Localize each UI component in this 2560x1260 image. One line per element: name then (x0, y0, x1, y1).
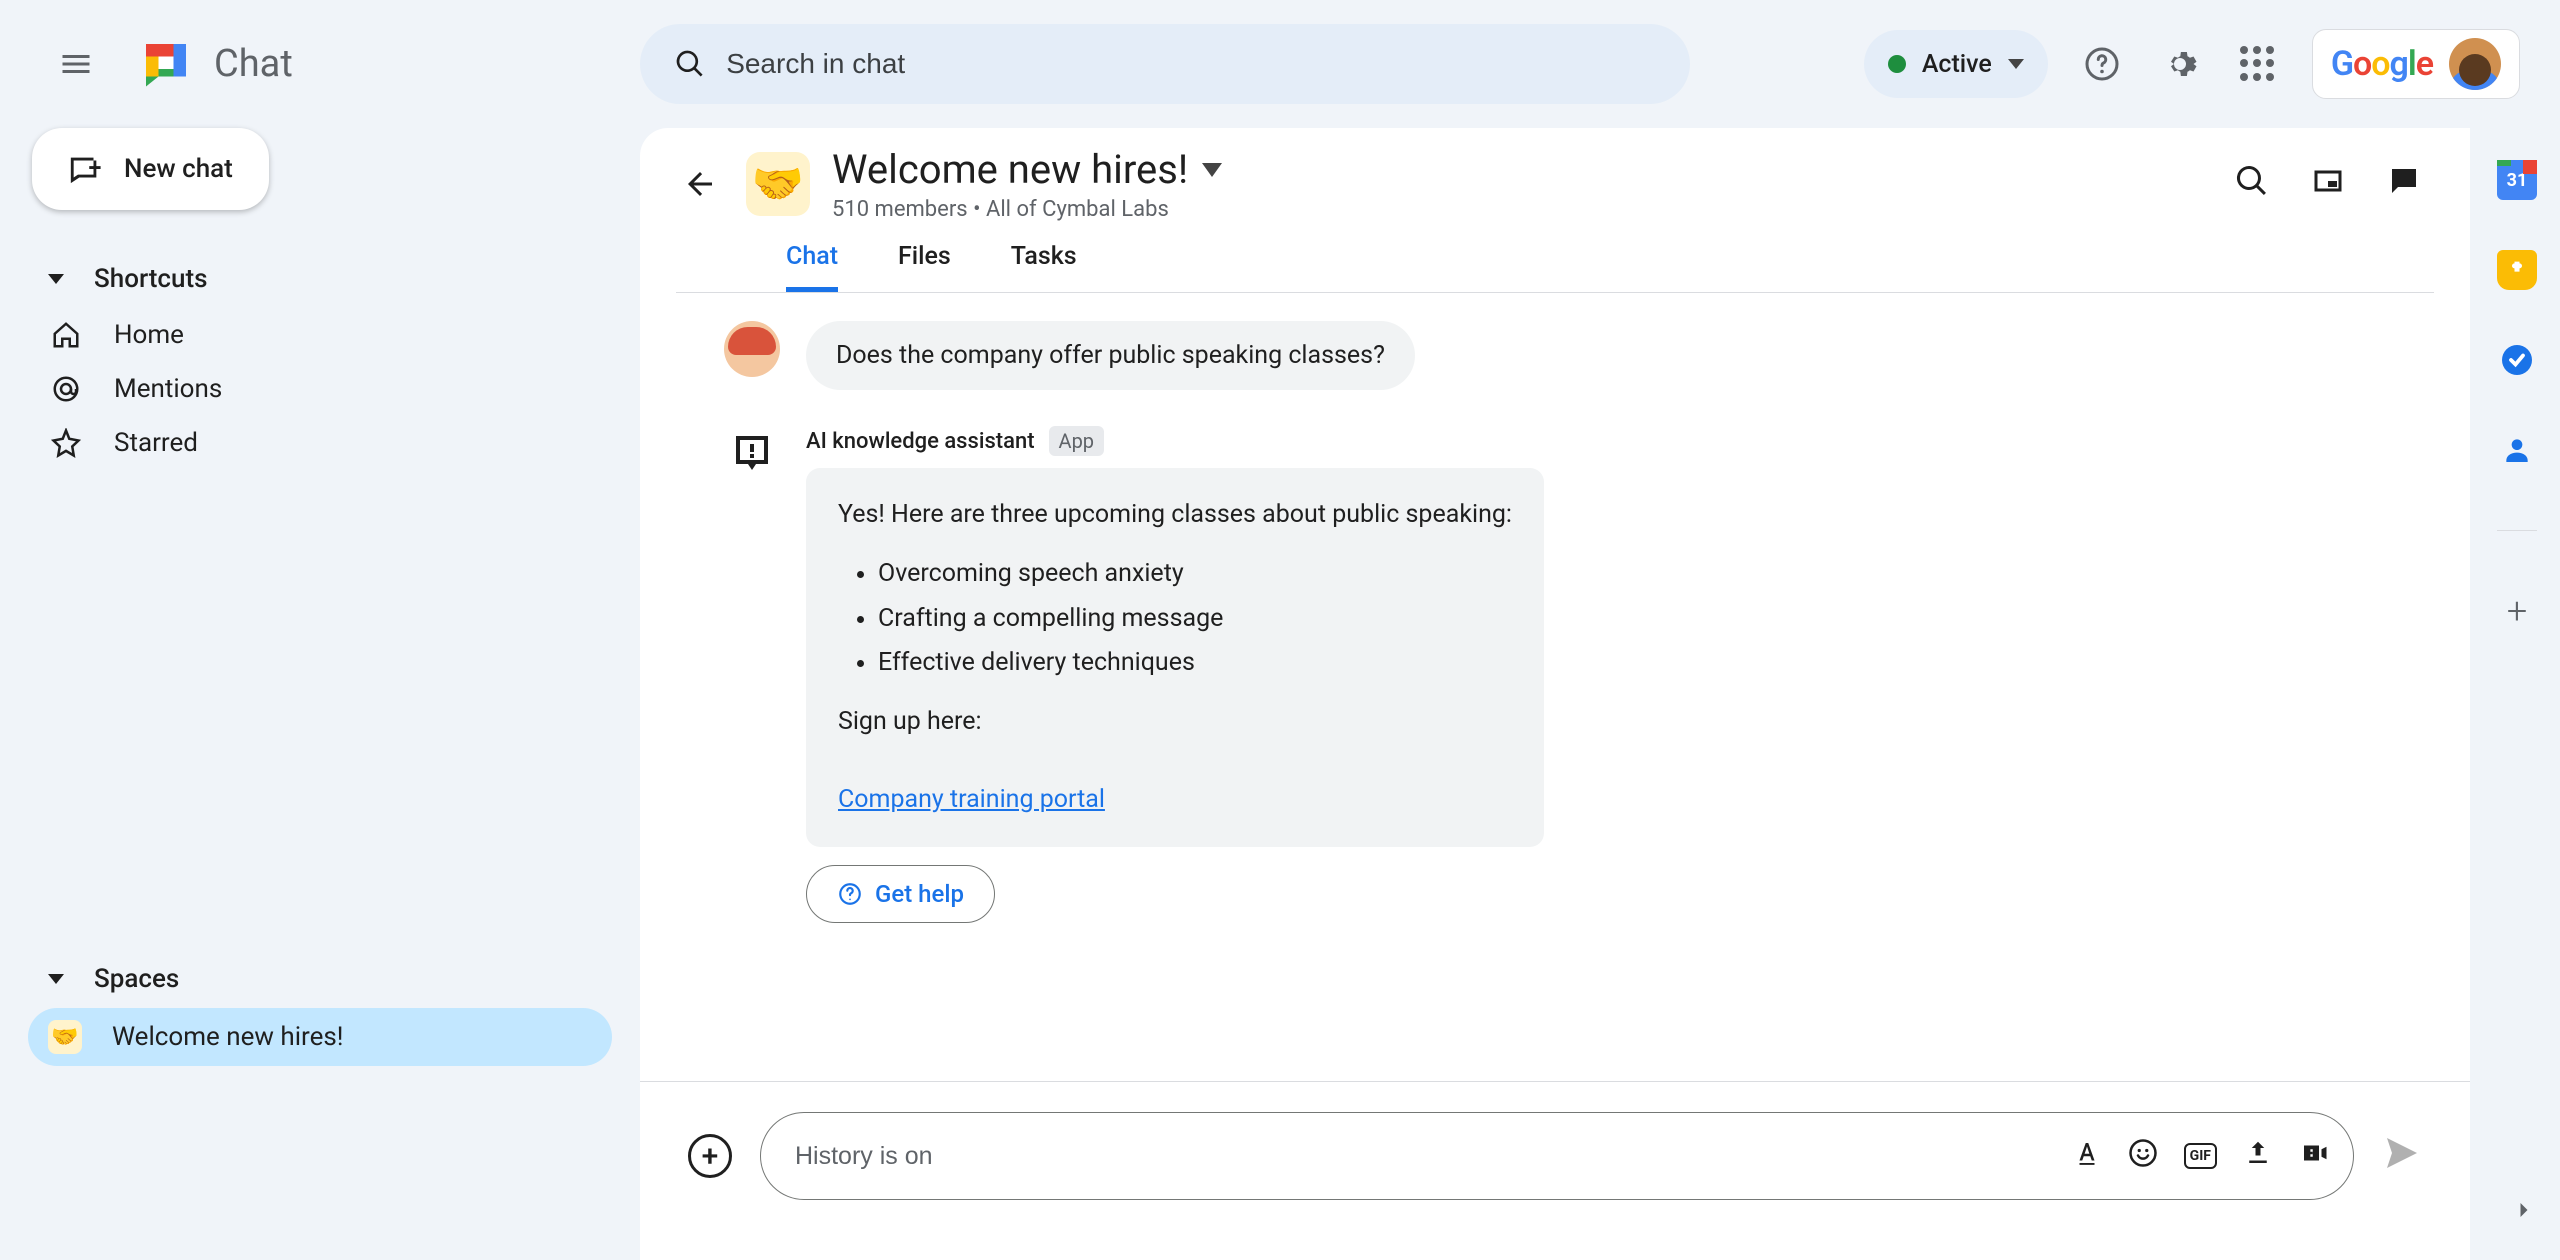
bot-icon (724, 426, 780, 482)
tasks-addon[interactable] (2497, 340, 2537, 380)
new-chat-button[interactable]: New chat (32, 128, 269, 210)
chat-logo: Chat (136, 34, 293, 94)
chevron-down-icon (1202, 163, 1222, 177)
chevron-down-icon (2008, 59, 2024, 69)
emoji-button[interactable] (2128, 1138, 2158, 1174)
new-chat-label: New chat (124, 154, 233, 184)
user-avatar[interactable] (2449, 38, 2501, 90)
collapse-sidepanel-button[interactable] (2510, 1196, 2538, 1230)
tab-chat[interactable]: Chat (786, 242, 838, 292)
space-title-dropdown[interactable]: Welcome new hires! (832, 146, 2212, 193)
gif-button[interactable]: GIF (2184, 1143, 2217, 1169)
google-logo: Google (2331, 44, 2433, 84)
bot-name: AI knowledge assistant (806, 429, 1035, 454)
keep-addon[interactable] (2497, 250, 2537, 290)
star-icon (48, 428, 84, 458)
format-button[interactable] (2072, 1138, 2102, 1174)
home-icon (48, 320, 84, 350)
get-addons-button[interactable]: + (2497, 591, 2537, 631)
main-menu-button[interactable] (52, 40, 100, 88)
calendar-addon[interactable]: 31 (2497, 160, 2537, 200)
pip-button[interactable] (2310, 163, 2346, 205)
get-help-button[interactable]: Get help (806, 865, 995, 923)
space-icon: 🤝 (746, 152, 810, 216)
nav-starred[interactable]: Starred (28, 416, 612, 470)
mention-icon (48, 374, 84, 404)
help-button[interactable] (2078, 40, 2126, 88)
tab-tasks[interactable]: Tasks (1011, 242, 1077, 292)
status-selector[interactable]: Active (1864, 30, 2048, 98)
search-input[interactable] (726, 48, 1656, 80)
shortcuts-section[interactable]: Shortcuts (28, 250, 612, 308)
send-button[interactable] (2382, 1133, 2422, 1179)
message-bubble: Does the company offer public speaking c… (806, 321, 1415, 390)
handshake-icon: 🤝 (48, 1020, 82, 1054)
toggle-thread-button[interactable] (2386, 163, 2422, 205)
status-dot-icon (1888, 55, 1906, 73)
settings-button[interactable] (2156, 40, 2204, 88)
back-button[interactable] (676, 160, 724, 208)
apps-grid-icon (2240, 46, 2276, 82)
spaces-section[interactable]: Spaces (28, 950, 612, 1008)
upload-button[interactable] (2243, 1138, 2273, 1174)
app-name: Chat (214, 42, 293, 86)
nav-home[interactable]: Home (28, 308, 612, 362)
user-message: Does the company offer public speaking c… (680, 321, 2430, 390)
search-bar[interactable] (640, 24, 1690, 104)
chevron-down-icon (48, 274, 64, 284)
search-in-space-button[interactable] (2234, 163, 2270, 205)
training-portal-link[interactable]: Company training portal (838, 785, 1105, 814)
attach-button[interactable]: + (688, 1134, 732, 1178)
space-subtitle: 510 members • All of Cymbal Labs (832, 197, 2212, 222)
tab-files[interactable]: Files (898, 242, 951, 292)
apps-button[interactable] (2234, 40, 2282, 88)
contacts-addon[interactable] (2497, 430, 2537, 470)
space-item-welcome[interactable]: 🤝 Welcome new hires! (28, 1008, 612, 1066)
user-avatar-small (724, 321, 780, 377)
nav-mentions[interactable]: Mentions (28, 362, 612, 416)
app-badge: App (1049, 426, 1105, 456)
account-switcher[interactable]: Google (2312, 29, 2520, 99)
search-icon (674, 47, 706, 81)
chevron-down-icon (48, 974, 64, 984)
video-button[interactable] (2299, 1138, 2329, 1174)
compose-input-container[interactable]: GIF (760, 1112, 2354, 1200)
compose-input[interactable] (795, 1142, 2072, 1171)
bot-message: AI knowledge assistant App Yes! Here are… (680, 426, 2430, 923)
bot-bubble: Yes! Here are three upcoming classes abo… (806, 468, 1544, 847)
sidepanel-divider (2497, 530, 2537, 531)
